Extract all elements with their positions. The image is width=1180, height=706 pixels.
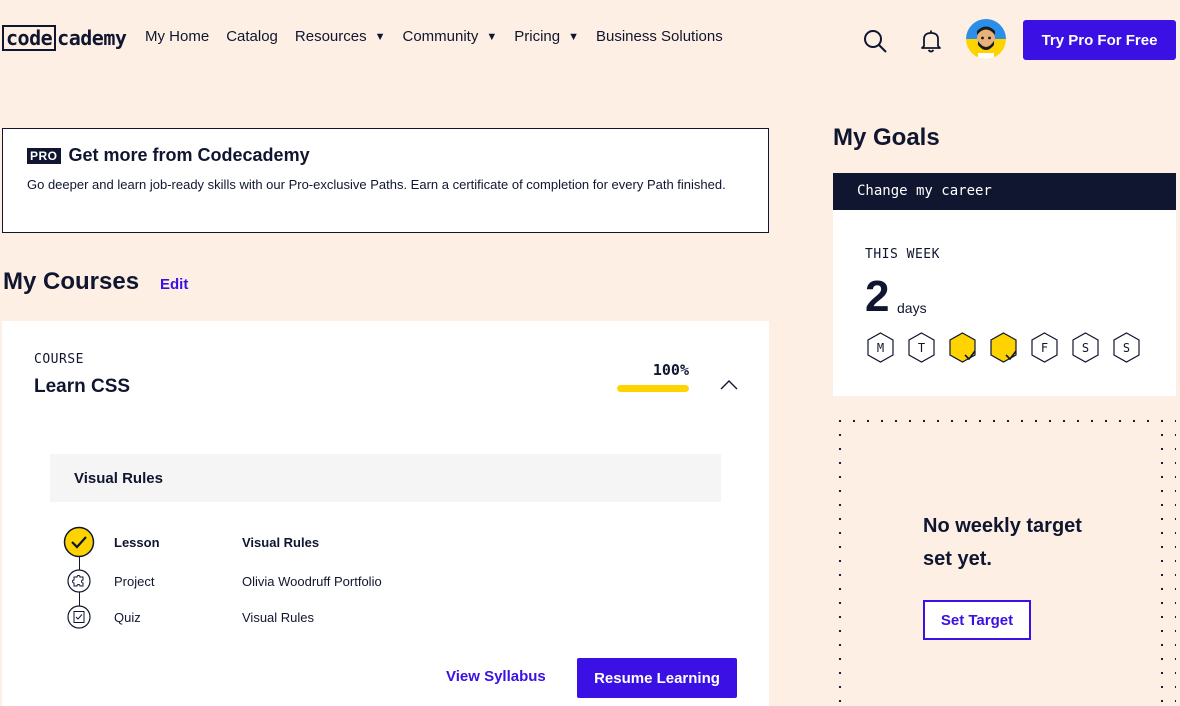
chevron-up-icon[interactable] [718,377,740,393]
item-title: Olivia Woodruff Portfolio [242,573,382,589]
my-courses-heading: My Courses [3,268,140,295]
no-target-line-1: No weekly target [923,515,1082,537]
main-nav: My Home Catalog Resources ▼ Community ▼ Pricin… [145,28,740,45]
weekday-letter: S [1122,340,1131,355]
nav-item-label: Business Solutions [595,28,723,45]
course-progress-percent: 100% [652,361,689,379]
weekday-hex: T [908,332,935,363]
no-target-message: No weekly target set yet. [923,510,1082,576]
weekday-hex [990,332,1017,363]
logo-cademy: cademy [57,26,127,50]
nav-item-label: Community [402,28,479,45]
item-title: Visual Rules [242,534,320,550]
weekday-letter: F [1040,340,1049,355]
item-title: Visual Rules [242,609,315,625]
module-header[interactable]: Visual Rules [50,454,721,502]
nav-item-label: Catalog [226,28,278,45]
edit-courses-link[interactable]: Edit [160,276,188,293]
course-progress-fill [617,385,689,392]
resume-learning-button[interactable]: Resume Learning [577,658,737,698]
weekday-tracker: MTFSS [867,332,1140,363]
nav-item-label: My Home [145,28,210,45]
item-type: Project [114,573,155,589]
nav-item-catalog[interactable]: Catalog [226,28,278,45]
course-progress-bar [617,385,689,392]
nav-item-label: Pricing [514,28,561,45]
user-avatar[interactable] [966,19,1006,59]
nav-item-community[interactable]: Community ▼ [402,28,497,45]
weekly-target-panel: No weekly target set yet. Set Target [833,414,1176,706]
no-target-line-2: set yet. [923,548,992,570]
weekday-letter: T [917,340,926,355]
caret-down-icon: ▼ [486,30,498,43]
days-label: days [897,300,927,316]
item-type: Quiz [114,609,141,625]
check-circle-icon [62,526,96,558]
view-syllabus-link[interactable]: View Syllabus [446,668,546,685]
nav-item-pricing[interactable]: Pricing ▼ [514,28,579,45]
goal-banner[interactable]: Change my career [833,173,1176,210]
weekly-progress-card: THIS WEEK 2 days M T F S S [833,210,1176,396]
logo-code: code [2,25,57,51]
top-header: code cademy My Home Catalog Resources ▼ Commu… [0,0,1180,80]
nav-item-resources[interactable]: Resources ▼ [295,28,386,45]
try-pro-button[interactable]: Try Pro For Free [1023,20,1176,60]
this-week-label: THIS WEEK [865,247,940,262]
course-item-quiz[interactable]: Quiz Visual Rules [62,601,482,633]
weekday-letter: S [1081,340,1090,355]
weekly-target-inner: No weekly target set yet. Set Target [849,430,1160,706]
weekday-hex [949,332,976,363]
course-kicker: COURSE [34,352,84,367]
nav-item-my-home[interactable]: My Home [145,28,209,45]
codecademy-logo[interactable]: code cademy [2,24,127,52]
puzzle-icon [62,569,96,593]
search-icon[interactable] [862,28,888,54]
weekday-hex: S [1113,332,1140,363]
caret-down-icon: ▼ [568,30,579,43]
set-target-button[interactable]: Set Target [923,600,1031,640]
weekday-hex: M [867,332,894,363]
course-card: COURSE Learn CSS 100% Visual Rules Lesso… [2,321,769,706]
weekday-hex: F [1031,332,1058,363]
pro-banner-title: Get more from Codecademy [68,145,310,165]
item-type: Lesson [114,534,160,550]
pro-banner-description: Go deeper and learn job-ready skills wit… [27,177,726,192]
nav-item-label: Resources [294,28,367,45]
my-goals-heading: My Goals [833,124,940,151]
bell-icon[interactable] [918,28,944,54]
course-item-project[interactable]: Project Olivia Woodruff Portfolio [62,565,482,597]
caret-down-icon: ▼ [374,30,386,43]
weekday-letter: M [876,340,885,355]
pro-badge: PRO [27,147,61,164]
days-count: 2 [865,272,890,321]
nav-item-business-solutions[interactable]: Business Solutions [596,28,723,45]
course-item-lesson[interactable]: Lesson Visual Rules [62,526,482,558]
course-name[interactable]: Learn CSS [34,376,130,398]
weekday-hex: S [1072,332,1099,363]
pro-upsell-banner: PRO Get more from Codecademy Go deeper a… [2,128,769,233]
pro-banner-title-row: PRO Get more from Codecademy [27,145,744,166]
quiz-icon [62,605,96,629]
